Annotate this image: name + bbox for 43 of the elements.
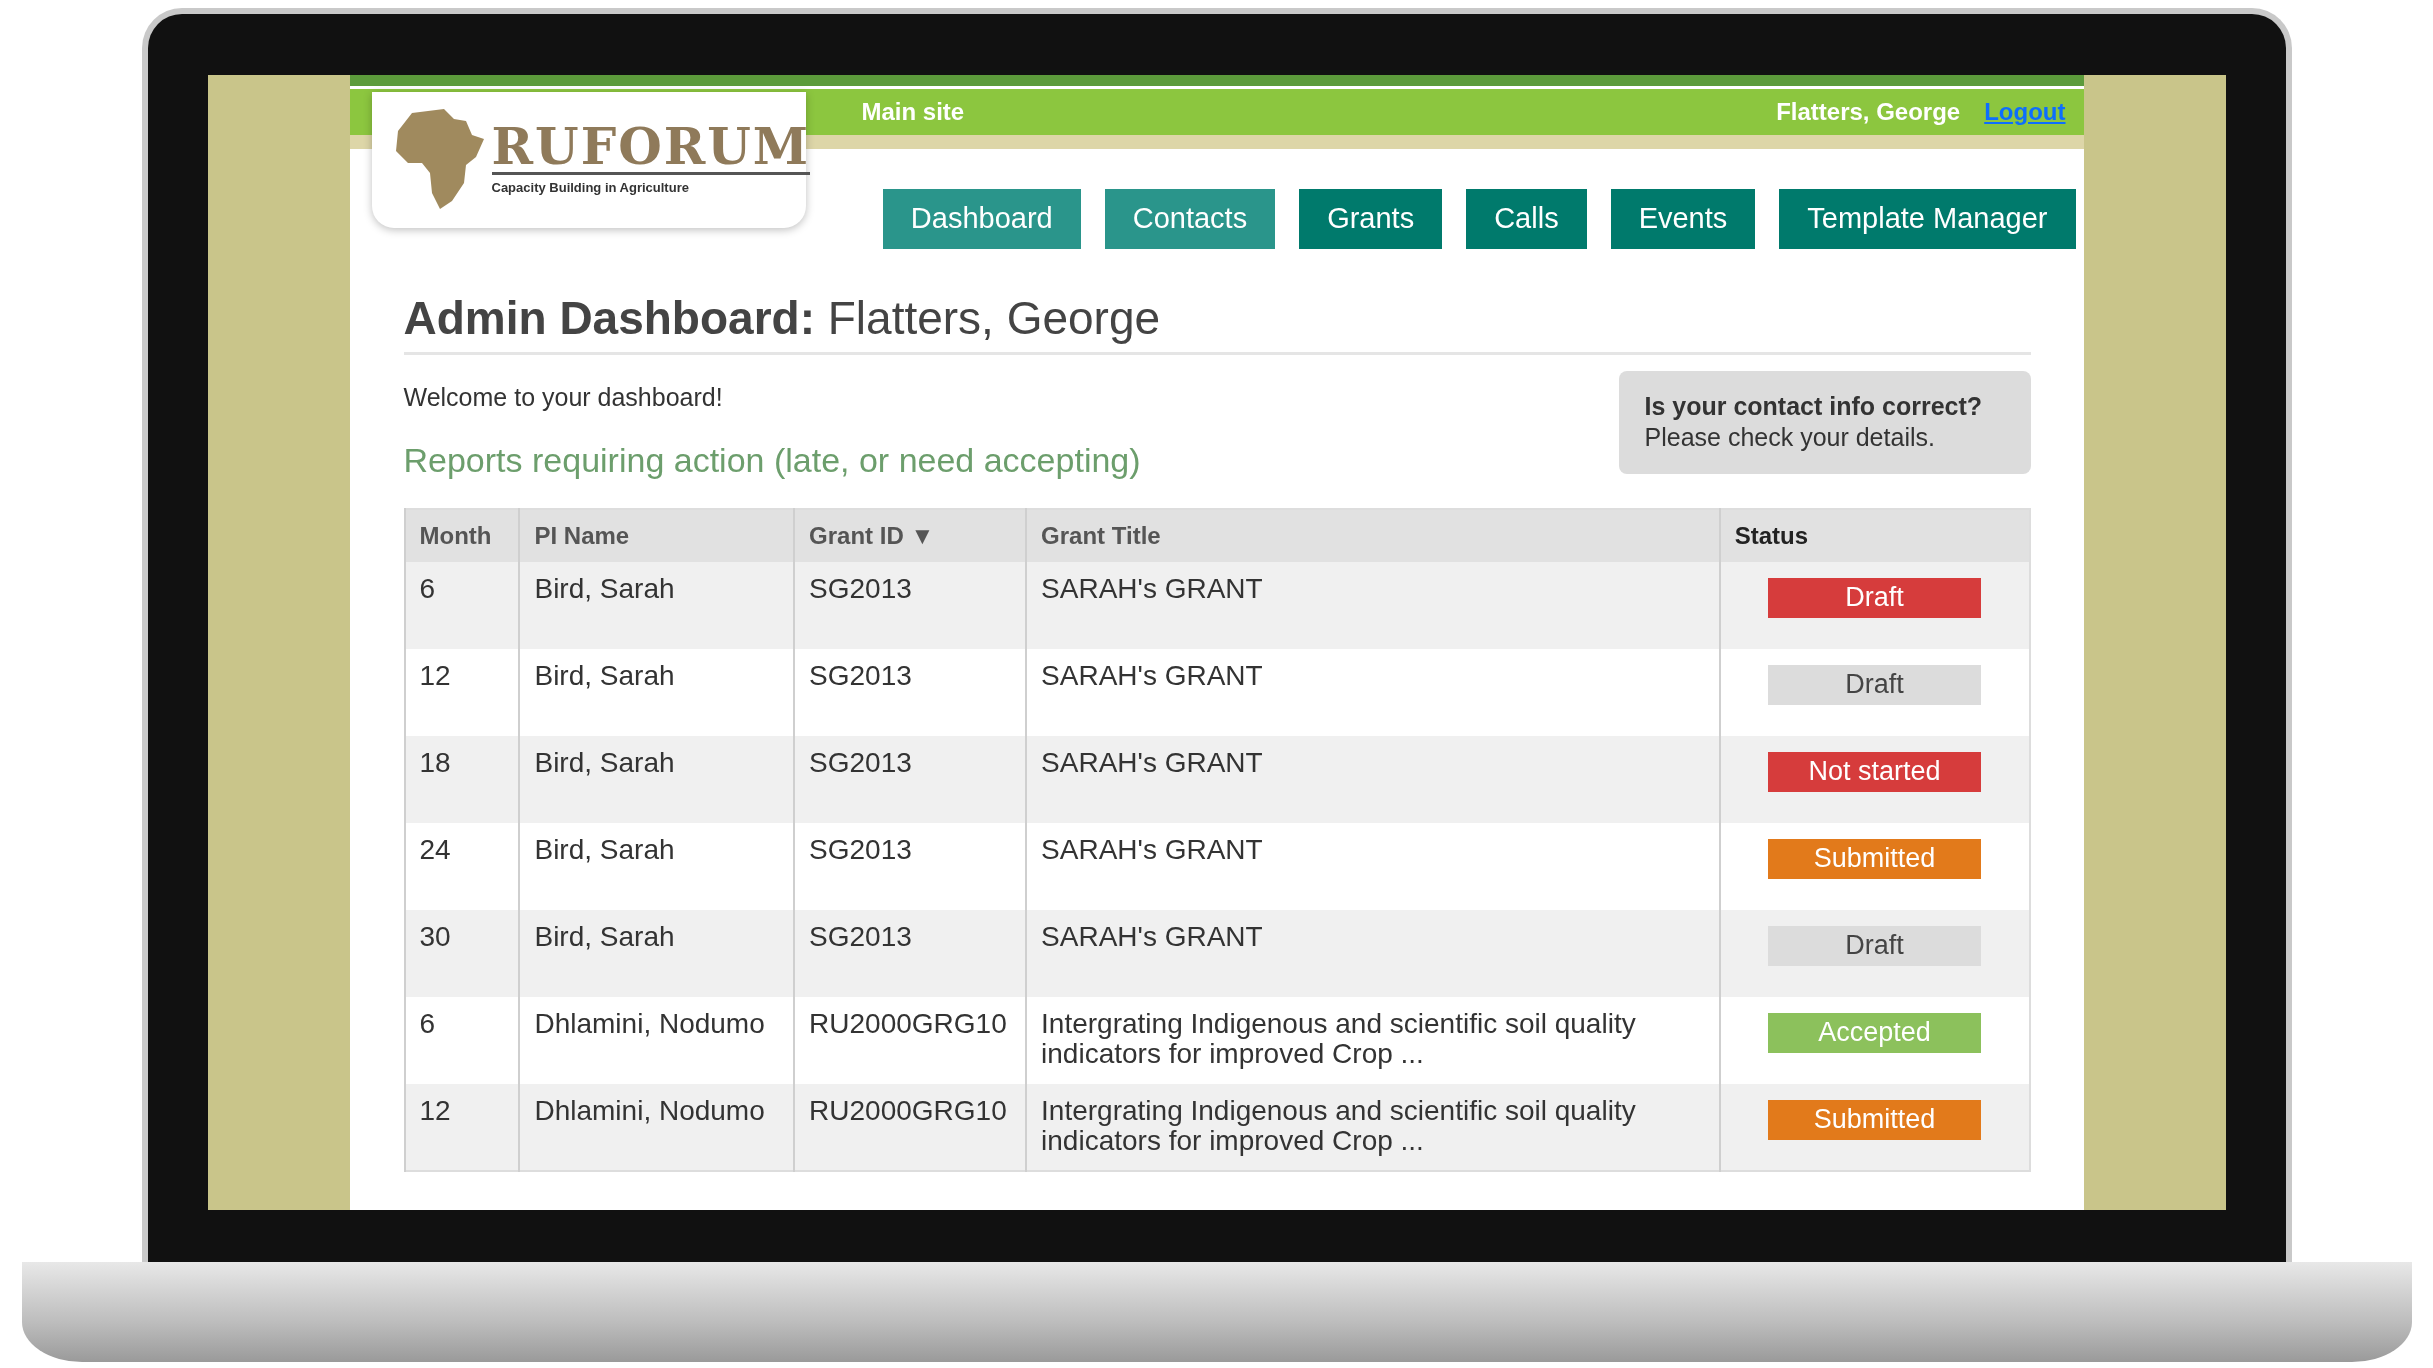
status-badge: Not started [1768, 751, 1982, 792]
grant-id-cell: SG2013 [794, 561, 1027, 649]
month-cell: 18 [404, 735, 520, 823]
column-header[interactable]: PI Name [519, 508, 795, 562]
status-badge: Draft [1768, 577, 1982, 618]
pi-name-cell: Bird, Sarah [519, 735, 795, 823]
column-header[interactable]: Grant Title [1026, 508, 1720, 562]
welcome-text: Welcome to your dashboard! [403, 382, 724, 414]
status-badge: Accepted [1768, 1012, 1982, 1053]
nav-tab[interactable]: Dashboard [882, 189, 1081, 249]
grant-title-cell: Intergrating Indigenous and scientific soil quality indicators for improved Crop ... [1026, 1083, 1720, 1171]
logo-wordmark: RUFORUM [491, 122, 811, 173]
status-badge: Submitted [1768, 1099, 1982, 1140]
month-cell: 6 [404, 561, 520, 649]
month-cell: 12 [404, 1083, 520, 1171]
pi-name-cell: Bird, Sarah [519, 561, 795, 649]
notice-text: Please check your details. [1644, 422, 1936, 454]
logo-tagline: Capacity Building in Agriculture [491, 172, 811, 198]
contact-notice[interactable]: Is your contact info correct? Please check your details. [1618, 371, 2031, 474]
status-badge: Draft [1768, 925, 1982, 966]
nav-tab[interactable]: Template Manager [1779, 189, 2076, 249]
column-header[interactable]: Grant ID ▼ [794, 508, 1027, 562]
column-header[interactable]: Month [404, 508, 520, 562]
month-cell: 30 [404, 909, 520, 997]
column-header[interactable]: Status [1719, 508, 2030, 562]
grant-title-cell: SARAH's GRANT [1026, 561, 1720, 649]
section-heading: Reports requiring action (late, or need accepting) [403, 439, 1141, 481]
nav-tab[interactable]: Contacts [1104, 189, 1276, 249]
user-name: Flatters, George [1776, 97, 1961, 127]
page-heading: Admin Dashboard: Flatters, George [403, 291, 2031, 356]
grant-title-cell: SARAH's GRANT [1026, 735, 1720, 823]
status-badge: Draft [1768, 664, 1982, 705]
status-badge: Submitted [1768, 838, 1982, 879]
nav-tab[interactable]: Calls [1466, 189, 1587, 249]
nav-tab[interactable]: Events [1610, 189, 1756, 249]
pi-name-cell: Bird, Sarah [519, 909, 795, 997]
grant-title-cell: SARAH's GRANT [1026, 909, 1720, 997]
nav-tab[interactable]: Grants [1299, 189, 1443, 249]
grant-id-cell: SG2013 [794, 735, 1027, 823]
grant-id-cell: RU2000GRG10 [794, 1083, 1027, 1171]
notice-title: Is your contact info correct? [1644, 391, 1984, 423]
grant-id-cell: SG2013 [794, 909, 1027, 997]
pi-name-cell: Dhlamini, Nodumo [519, 1083, 795, 1171]
